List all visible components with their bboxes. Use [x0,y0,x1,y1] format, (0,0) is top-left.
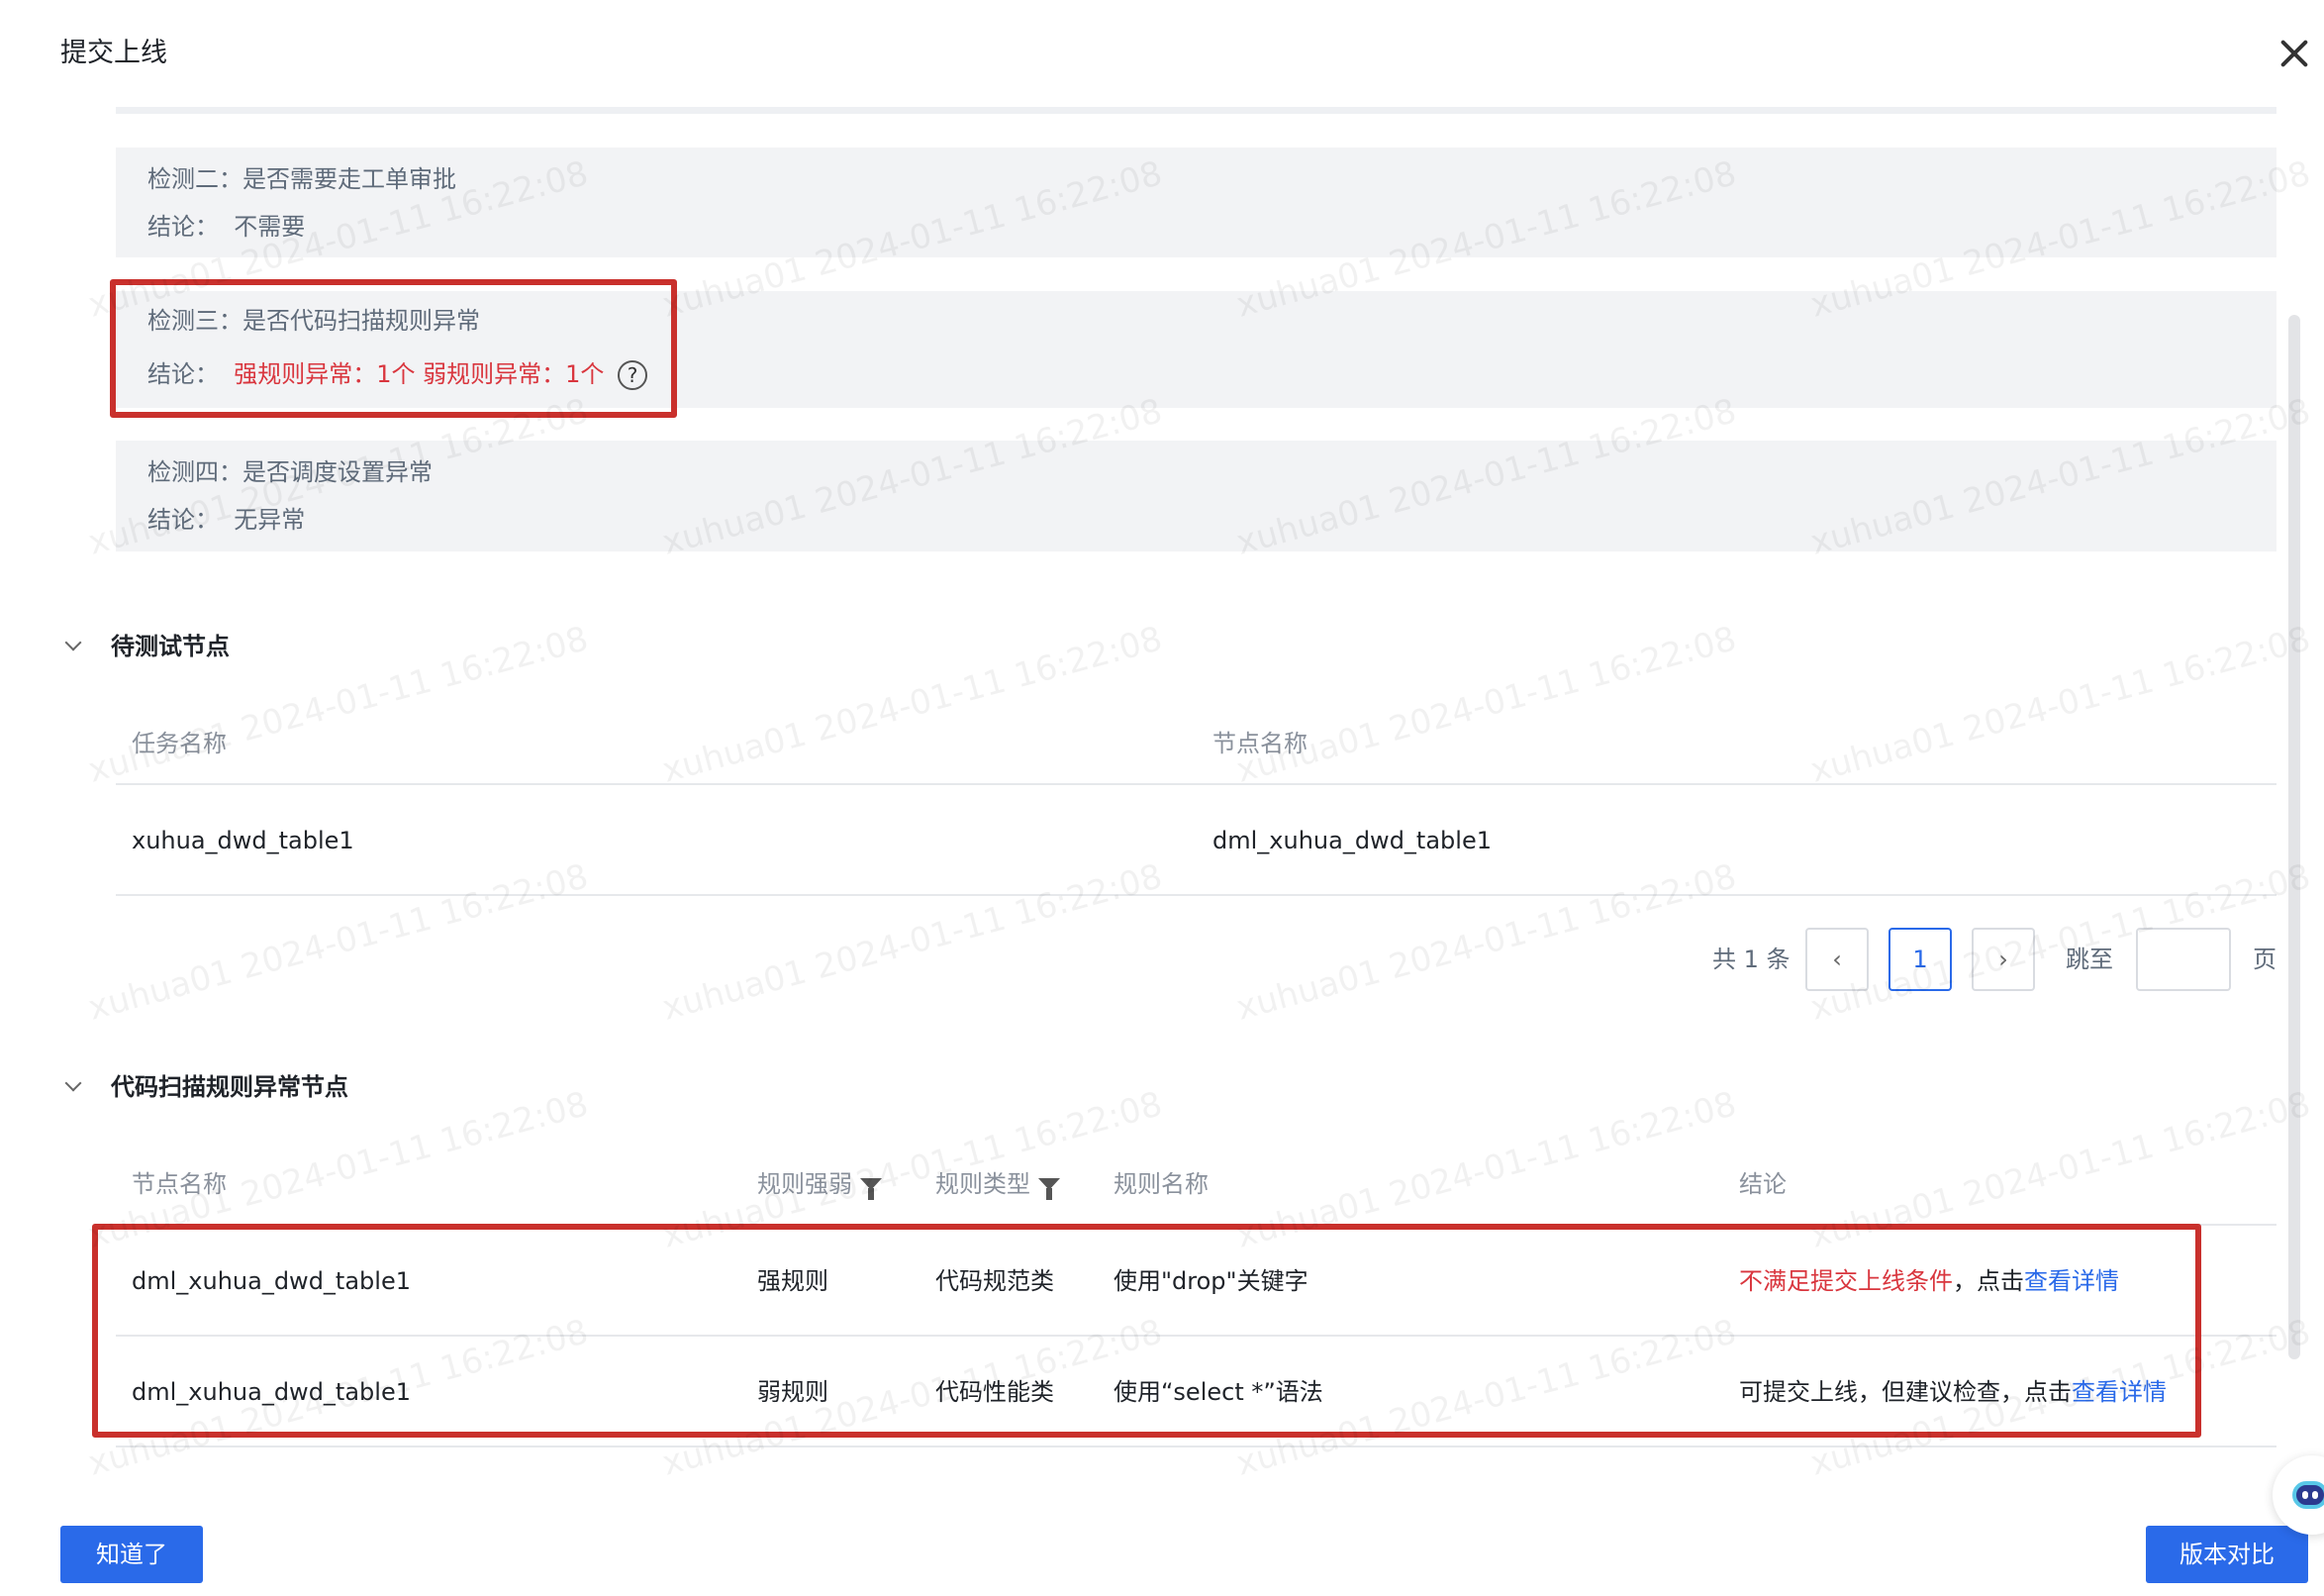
section-code-scan[interactable]: 代码扫描规则异常节点 [63,1069,348,1105]
table-cell-node-name: dml_xuhua_dwd_table1 [1212,827,1492,854]
pagination-total: 共 1 条 [1712,946,1791,973]
conclusion-label: 结论： [147,213,219,241]
column-header-node-name: 节点名称 [132,1170,227,1198]
scrollbar[interactable] [2288,315,2300,1359]
column-header-task-name: 任务名称 [132,730,227,757]
watermark-text: xuhua01 2024-01-11 16:22:08 [658,619,1167,791]
submit-online-dialog: 提交上线 检测二：是否需要走工单审批 结论： 不需要 检测三：是否代码扫描规则异… [0,0,2324,1596]
section-title: 待测试节点 [111,633,230,660]
version-compare-button[interactable]: 版本对比 [2146,1526,2308,1583]
column-header-conclusion: 结论 [1739,1170,1787,1198]
table-divider [116,1446,2276,1447]
check-item-approval: 检测二：是否需要走工单审批 结论： 不需要 [116,148,2276,257]
column-header-label: 规则强弱 [757,1170,852,1198]
column-header-rule-strength[interactable]: 规则强弱 [757,1166,882,1202]
column-header-rule-name: 规则名称 [1114,1170,1209,1198]
section-title: 代码扫描规则异常节点 [111,1073,348,1101]
check-conclusion: 结论： 无异常 [147,502,305,538]
column-header-rule-type[interactable]: 规则类型 [935,1166,1060,1202]
check-conclusion: 结论： 不需要 [147,209,305,245]
watermark-text: xuhua01 2024-01-11 16:22:08 [1232,856,1741,1029]
check-label: 检测二：是否需要走工单审批 [147,165,456,193]
pagination-page-suffix: 页 [2253,946,2276,973]
pagination-jump-input[interactable] [2136,928,2231,991]
conclusion-label: 结论： [147,506,219,534]
watermark-text: xuhua01 2024-01-11 16:22:08 [1232,619,1741,791]
section-pending-test[interactable]: 待测试节点 [63,629,230,664]
table-divider [116,894,2276,896]
assistant-bot-icon[interactable] [2273,1455,2324,1535]
watermark-text: xuhua01 2024-01-11 16:22:08 [84,856,593,1029]
ok-button[interactable]: 知道了 [60,1526,203,1583]
column-header-node-name: 节点名称 [1212,730,1307,757]
previous-check-edge [116,107,2276,114]
filter-icon[interactable] [1038,1178,1060,1200]
pagination-next-button[interactable]: › [1972,928,2035,991]
watermark-text: xuhua01 2024-01-11 16:22:08 [1806,619,2315,791]
conclusion-value: 不需要 [234,213,306,241]
conclusion-value: 无异常 [234,506,306,534]
check-item-schedule: 检测四：是否调度设置异常 结论： 无异常 [116,441,2276,551]
pagination-page-1[interactable]: 1 [1888,928,1952,991]
highlight-box-check3 [110,279,677,418]
close-icon[interactable] [2275,34,2314,73]
table-cell-task-name: xuhua_dwd_table1 [132,827,354,854]
pagination-prev-button[interactable]: ‹ [1805,928,1869,991]
highlight-box-scan-rows [92,1224,2201,1438]
watermark-text: xuhua01 2024-01-11 16:22:08 [1806,856,2315,1029]
pagination-jump-label: 跳至 [2066,946,2113,973]
filter-icon[interactable] [860,1178,882,1200]
table-divider [116,783,2276,785]
chevron-down-icon[interactable] [64,634,82,651]
check-label: 检测四：是否调度设置异常 [147,458,433,486]
chevron-down-icon[interactable] [64,1074,82,1092]
watermark-text: xuhua01 2024-01-11 16:22:08 [658,856,1167,1029]
dialog-title: 提交上线 [60,38,167,68]
column-header-label: 规则类型 [935,1170,1030,1198]
